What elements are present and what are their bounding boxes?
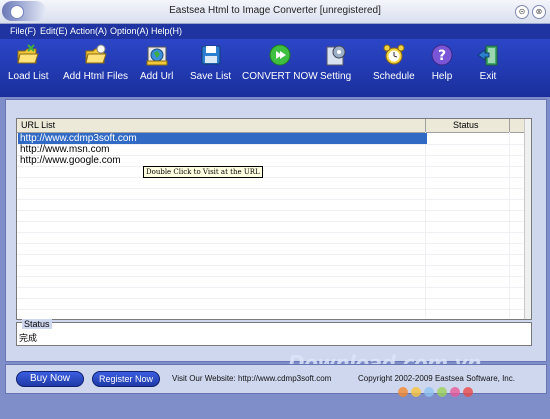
list-item[interactable]: http://www.google.com bbox=[18, 155, 427, 166]
status-label: Status bbox=[22, 319, 52, 329]
convert-now-button[interactable]: CONVERT NOW bbox=[242, 43, 318, 82]
buy-now-button[interactable]: Buy Now bbox=[16, 371, 84, 387]
menu-bar: File(F) Edit(E) Action(A) Option(A) Help… bbox=[0, 24, 550, 39]
grid-line bbox=[17, 254, 525, 255]
grid-line bbox=[17, 298, 525, 299]
app-window: Eastsea Html to Image Converter [unregis… bbox=[0, 0, 550, 419]
load-list-button[interactable]: Load List bbox=[8, 43, 49, 82]
watermark-dot bbox=[450, 387, 460, 397]
grid-line bbox=[17, 166, 525, 167]
window-title: Eastsea Html to Image Converter [unregis… bbox=[169, 5, 381, 16]
grid-line bbox=[17, 276, 525, 277]
grid-line bbox=[17, 188, 525, 189]
minimize-icon[interactable]: ⊝ bbox=[515, 5, 529, 19]
grid-line bbox=[17, 309, 525, 310]
grid-column-line bbox=[509, 132, 510, 318]
watermark-dot bbox=[398, 387, 408, 397]
add-html-files-button[interactable]: Add Html Files bbox=[63, 43, 128, 82]
watermark-dot bbox=[411, 387, 421, 397]
floppy-disk-icon bbox=[199, 43, 223, 67]
folder-open-icon bbox=[16, 43, 40, 67]
menu-help[interactable]: Help(H) bbox=[151, 26, 182, 36]
website-text: Visit Our Website: http://www.cdmp3soft.… bbox=[172, 374, 332, 383]
add-url-button[interactable]: Add Url bbox=[140, 43, 173, 82]
grid-line bbox=[17, 221, 525, 222]
register-now-button[interactable]: Register Now bbox=[92, 371, 160, 387]
column-separator bbox=[509, 119, 510, 132]
globe-page-icon bbox=[145, 43, 169, 67]
menu-file[interactable]: File(F) bbox=[10, 26, 36, 36]
watermark-dot bbox=[424, 387, 434, 397]
column-header-url[interactable]: URL List bbox=[21, 120, 55, 130]
grid-line bbox=[17, 232, 525, 233]
watermark-dots bbox=[398, 387, 476, 399]
exit-door-icon bbox=[476, 43, 500, 67]
list-item[interactable]: http://www.msn.com bbox=[18, 144, 427, 155]
menu-edit[interactable]: Edit(E) bbox=[40, 26, 68, 36]
status-box: Status 完成 bbox=[16, 319, 532, 346]
grid-line bbox=[17, 210, 525, 211]
exit-button[interactable]: Exit bbox=[476, 43, 500, 82]
url-list[interactable]: URL List Status http://www.cdmp3soft.com… bbox=[16, 118, 532, 320]
column-separator bbox=[425, 119, 426, 132]
watermark-dot bbox=[463, 387, 473, 397]
menu-option[interactable]: Option(A) bbox=[110, 26, 149, 36]
column-header-status[interactable]: Status bbox=[453, 120, 479, 130]
grid-line bbox=[17, 265, 525, 266]
vertical-scrollbar[interactable] bbox=[524, 119, 531, 319]
main-panel: URL List Status http://www.cdmp3soft.com… bbox=[5, 99, 547, 362]
setting-icon bbox=[324, 43, 348, 67]
svg-text:?: ? bbox=[438, 48, 446, 64]
alarm-clock-icon bbox=[382, 43, 406, 67]
grid-line bbox=[17, 243, 525, 244]
grid-line bbox=[17, 199, 525, 200]
help-button[interactable]: ? Help bbox=[430, 43, 454, 82]
schedule-button[interactable]: Schedule bbox=[373, 43, 415, 82]
status-text: 完成 bbox=[19, 333, 38, 343]
folder-add-icon bbox=[84, 43, 108, 67]
convert-arrow-icon bbox=[268, 43, 292, 67]
tooltip: Double Click to Visit at the URL bbox=[143, 166, 263, 178]
list-item[interactable]: http://www.cdmp3soft.com bbox=[18, 133, 427, 144]
grid-line bbox=[17, 287, 525, 288]
watermark-dot bbox=[437, 387, 447, 397]
copyright-text: Copyright 2002-2009 Eastsea Software, In… bbox=[358, 374, 515, 383]
menu-action[interactable]: Action(A) bbox=[70, 26, 107, 36]
close-icon[interactable]: ⊗ bbox=[532, 5, 546, 19]
grid-line bbox=[17, 177, 525, 178]
list-header: URL List Status bbox=[17, 119, 531, 133]
toolbar: Load List Add Html Files Add Url Save Li… bbox=[0, 39, 550, 97]
setting-button[interactable]: Setting bbox=[320, 43, 351, 82]
question-icon: ? bbox=[430, 43, 454, 67]
save-list-button[interactable]: Save List bbox=[190, 43, 231, 82]
title-bar: Eastsea Html to Image Converter [unregis… bbox=[0, 0, 550, 24]
